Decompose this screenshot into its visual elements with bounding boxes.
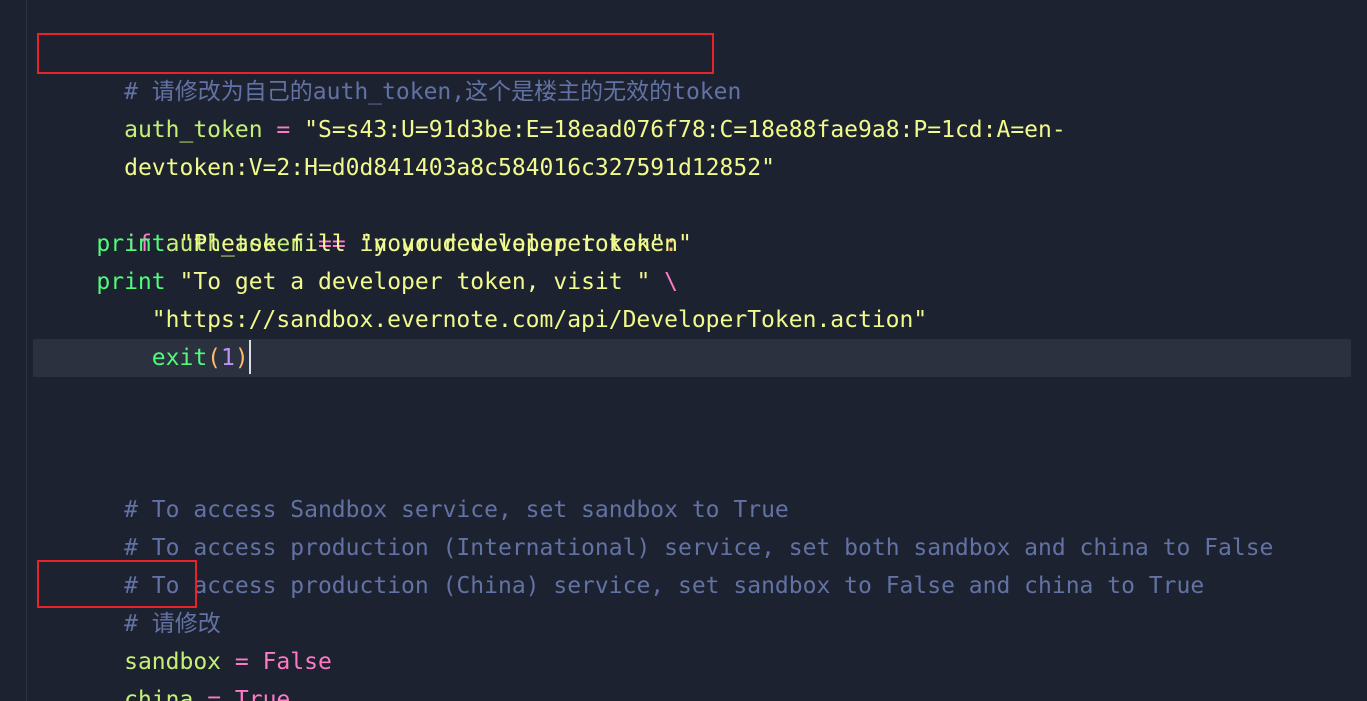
exit-arg: 1 [221, 345, 235, 371]
code-line-comment-modify[interactable]: # 请修改 [0, 567, 1367, 637]
code-line-comment-intl[interactable]: # To access production (International) s… [0, 491, 1367, 561]
code-line-sandbox[interactable]: sandbox = False [0, 605, 1367, 675]
code-line-blank[interactable] [0, 377, 1367, 415]
code-editor[interactable]: # 请修改为自己的auth_token,这个是楼主的无效的token auth_… [0, 0, 1367, 701]
print-keyword-1: print [96, 231, 166, 257]
line-continuation: \ [664, 269, 679, 295]
code-line-blank[interactable] [0, 415, 1367, 453]
code-line-print-2[interactable]: print "To get a developer token, visit "… [0, 263, 1367, 301]
code-line-auth-token-2[interactable]: devtoken:V=2:H=d0d841403a8c584016c327591… [0, 111, 1367, 181]
paren-open: ( [207, 345, 222, 371]
code-line-blank[interactable] [0, 149, 1367, 187]
code-line-if[interactable]: if auth_token == "your developer token": [0, 187, 1367, 257]
code-line-exit-active[interactable]: exit(1) [33, 339, 1351, 377]
exit-function: exit [151, 345, 208, 371]
paren-close: ) [234, 345, 249, 371]
url-string: "https://sandbox.evernote.com/api/Develo… [151, 307, 928, 333]
code-line-china[interactable]: china = True [0, 643, 1367, 701]
assign-operator: = [193, 687, 235, 701]
code-line-print-1[interactable]: print "Please fill in your developer tok… [0, 225, 1367, 263]
code-line-comment-china[interactable]: # To access production (China) service, … [0, 529, 1367, 599]
code-line-auth-token-1[interactable]: auth_token = "S=s43:U=91d3be:E=18ead076f… [0, 73, 1367, 143]
code-line-comment-token[interactable]: # 请修改为自己的auth_token,这个是楼主的无效的token [0, 35, 1367, 105]
china-identifier: china [124, 687, 194, 701]
print-keyword-2: print [96, 269, 166, 295]
print1-string: "Please fill in your developer token" [179, 231, 692, 257]
china-value: True [234, 687, 291, 701]
text-caret [248, 339, 251, 374]
code-line-comment-sandbox[interactable]: # To access Sandbox service, set sandbox… [0, 453, 1367, 523]
code-area[interactable]: # 请修改为自己的auth_token,这个是楼主的无效的token auth_… [0, 35, 1367, 701]
code-line-url[interactable]: "https://sandbox.evernote.com/api/Develo… [0, 301, 1367, 339]
print2-string: "To get a developer token, visit " [179, 269, 651, 295]
